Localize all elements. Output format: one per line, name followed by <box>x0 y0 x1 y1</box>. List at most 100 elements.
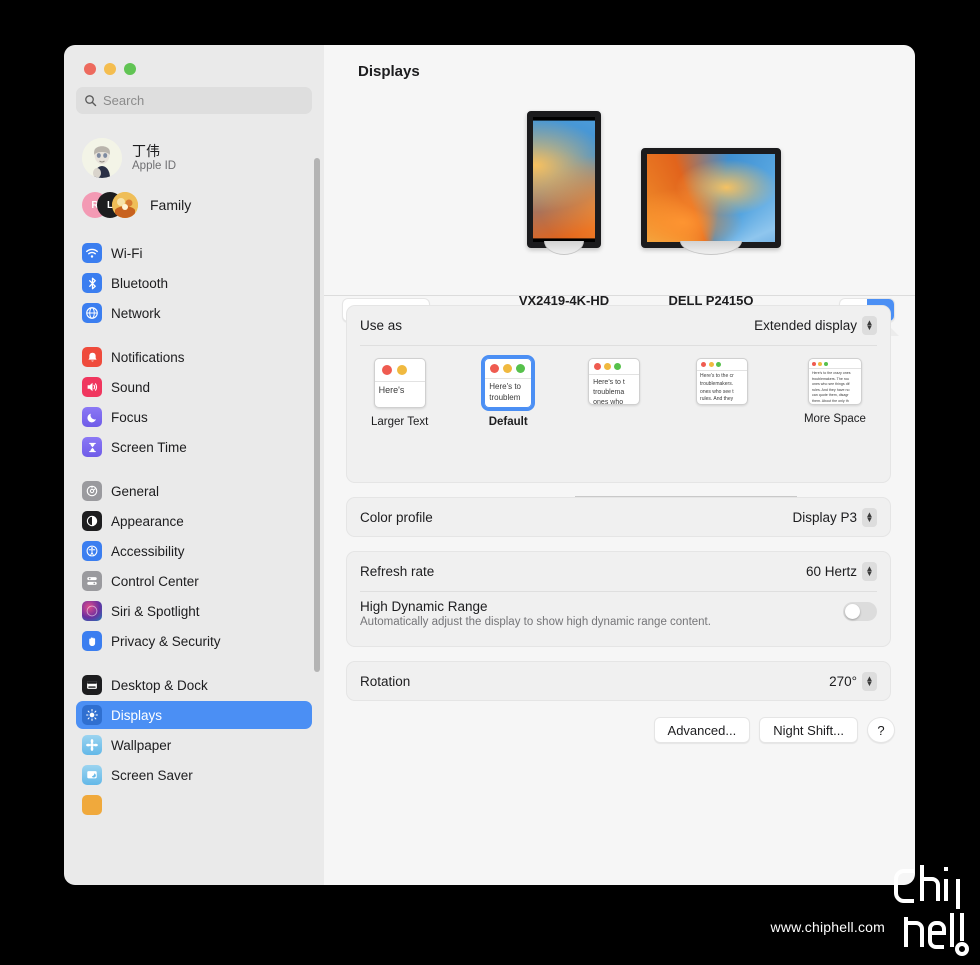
sidebar-item-apple-id[interactable]: 丁伟 Apple ID <box>76 133 312 183</box>
sidebar-item-family[interactable]: R L Family <box>76 185 312 225</box>
sidebar-item-network[interactable]: Network <box>76 299 312 327</box>
sidebar-item-wi-fi[interactable]: Wi-Fi <box>76 239 312 267</box>
sidebar-item-label: Desktop & Dock <box>111 677 208 693</box>
sidebar-item-notifications[interactable]: Notifications <box>76 343 312 371</box>
profile-name: 丁伟 <box>132 142 160 159</box>
search-placeholder: Search <box>103 93 145 108</box>
stepper-icon[interactable]: ▲ ▼ <box>862 672 877 691</box>
thumb-line: ones who <box>593 398 624 405</box>
thumb-line: Here's to the cr <box>700 373 734 379</box>
family-label: Family <box>150 197 192 213</box>
sidebar-item-displays[interactable]: Displays <box>76 701 312 729</box>
color-profile-label: Color profile <box>360 510 433 525</box>
sidebar-item-sound[interactable]: Sound <box>76 373 312 401</box>
section-divider <box>324 295 915 296</box>
thumb-line: rules. And they <box>700 396 734 403</box>
resolution-card: Use as Extended display ▲ ▼ Here's Large… <box>346 305 891 497</box>
resolution-thumbnail[interactable]: Here's to the cr troublemakers. ones who… <box>696 358 749 405</box>
sidebar-item-focus[interactable]: Focus <box>76 403 312 431</box>
thumb-line: Here's <box>378 385 405 395</box>
color-profile-value-group[interactable]: Display P3 ▲ ▼ <box>792 508 877 527</box>
search-field[interactable]: Search <box>76 87 312 114</box>
sidebar-group-system: General Appearance Accessibility Control… <box>76 477 312 655</box>
sidebar-item-label: Focus <box>111 409 148 425</box>
resolution-label: Default <box>488 416 528 428</box>
hdr-label: High Dynamic Range <box>360 599 488 614</box>
resolution-option-4[interactable]: Here's to the cr troublemakers. ones who… <box>696 358 749 413</box>
resolution-option-more-space[interactable]: Here's to the crazy ones troublemakers. … <box>804 358 866 425</box>
sidebar-item-appearance[interactable]: Appearance <box>76 507 312 535</box>
sidebar-item-label: Sound <box>111 379 151 395</box>
window-controls <box>84 63 136 75</box>
thumb-line: Here's to t <box>593 379 625 386</box>
thumb-line: troublema <box>593 388 625 396</box>
stepper-icon[interactable]: ▲ ▼ <box>862 562 877 581</box>
close-button[interactable] <box>84 63 96 75</box>
sidebar-item-general[interactable]: General <box>76 477 312 505</box>
color-profile-card: Color profile Display P3 ▲ ▼ <box>346 497 891 537</box>
color-profile-row[interactable]: Color profile Display P3 ▲ ▼ <box>347 498 890 537</box>
sidebar-item-label: Notifications <box>111 349 185 365</box>
sidebar-item-partial[interactable] <box>76 791 312 819</box>
resolution-option-3[interactable]: Here's to t troublema ones who <box>588 358 641 413</box>
refresh-rate-value: 60 Hertz <box>805 564 857 579</box>
resolution-thumbnail[interactable]: Here's <box>373 358 426 408</box>
thumb-line: Because they change t <box>812 404 858 405</box>
rotation-value-group[interactable]: 270° ▲ ▼ <box>829 672 877 691</box>
globe-icon <box>82 303 102 323</box>
hand-icon <box>82 631 102 651</box>
sidebar-item-label: Privacy & Security <box>111 633 221 649</box>
resolution-option-default[interactable]: Here's to troublem Default <box>481 355 536 428</box>
thumb-line: ones who see t <box>700 388 734 395</box>
appearance-icon <box>82 511 102 531</box>
wifi-icon <box>82 243 102 263</box>
thumb-line: troublem <box>489 392 521 402</box>
use-as-value-group[interactable]: Extended display ▲ ▼ <box>754 316 877 335</box>
speaker-icon <box>82 377 102 397</box>
resolution-thumbnail-selected[interactable]: Here's to troublem <box>481 355 536 411</box>
sidebar-item-accessibility[interactable]: Accessibility <box>76 537 312 565</box>
bluetooth-icon <box>82 273 102 293</box>
hourglass-icon <box>82 437 102 457</box>
refresh-rate-label: Refresh rate <box>360 564 435 579</box>
sidebar-item-label: Wi-Fi <box>111 245 143 261</box>
sidebar-item-bluetooth[interactable]: Bluetooth <box>76 269 312 297</box>
resolution-thumbnail[interactable]: Here's to the crazy ones troublemakers. … <box>807 358 862 405</box>
night-shift-button[interactable]: Night Shift... <box>759 717 858 743</box>
rotation-value: 270° <box>829 674 857 689</box>
sidebar-scrollbar[interactable] <box>314 158 320 672</box>
sidebar-item-siri-spotlight[interactable]: Siri & Spotlight <box>76 597 312 625</box>
advanced-button[interactable]: Advanced... <box>653 717 751 743</box>
resolution-label: More Space <box>803 413 866 425</box>
stepper-icon[interactable]: ▲ ▼ <box>862 508 877 527</box>
sidebar-item-label: Siri & Spotlight <box>111 603 200 619</box>
resolution-option-larger-text[interactable]: Here's Larger Text <box>371 358 428 428</box>
sidebar-scroll-area: 丁伟 Apple ID R L Family Wi-Fi Bluetooth N… <box>64 125 324 885</box>
gear-icon <box>82 481 102 501</box>
sidebar-item-control-center[interactable]: Control Center <box>76 567 312 595</box>
sidebar-item-privacy-security[interactable]: Privacy & Security <box>76 627 312 655</box>
sidebar: Search 丁伟 Apple ID R L Family Wi-Fi Blue… <box>64 45 324 885</box>
sidebar-item-label: Bluetooth <box>111 275 169 291</box>
sidebar-item-label: Control Center <box>111 573 199 589</box>
sidebar-item-label: General <box>111 483 160 499</box>
hdr-toggle[interactable] <box>843 602 877 621</box>
sidebar-item-screen-time[interactable]: Screen Time <box>76 433 312 461</box>
sidebar-item-desktop-dock[interactable]: Desktop & Dock <box>76 671 312 699</box>
refresh-rate-row[interactable]: Refresh rate 60 Hertz ▲ ▼ <box>347 552 890 591</box>
refresh-rate-value-group[interactable]: 60 Hertz ▲ ▼ <box>806 562 877 581</box>
stepper-icon[interactable]: ▲ ▼ <box>862 316 877 335</box>
help-button[interactable]: ? <box>867 717 895 743</box>
minimize-button[interactable] <box>104 63 116 75</box>
resolution-thumbnail[interactable]: Here's to t troublema ones who <box>588 358 641 405</box>
control-center-icon <box>82 571 102 591</box>
use-as-row[interactable]: Use as Extended display ▲ ▼ <box>347 306 890 345</box>
zoom-button[interactable] <box>124 63 136 75</box>
display-thumbnail-1[interactable] <box>641 148 781 255</box>
resolution-label: Larger Text <box>371 416 429 428</box>
rotation-row[interactable]: Rotation 270° ▲ ▼ <box>347 662 890 701</box>
profile-subtitle: Apple ID <box>132 159 177 172</box>
display-thumbnail-0[interactable] <box>527 111 601 255</box>
sidebar-item-wallpaper[interactable]: Wallpaper <box>76 731 312 759</box>
sidebar-item-screen-saver[interactable]: Screen Saver <box>76 761 312 789</box>
